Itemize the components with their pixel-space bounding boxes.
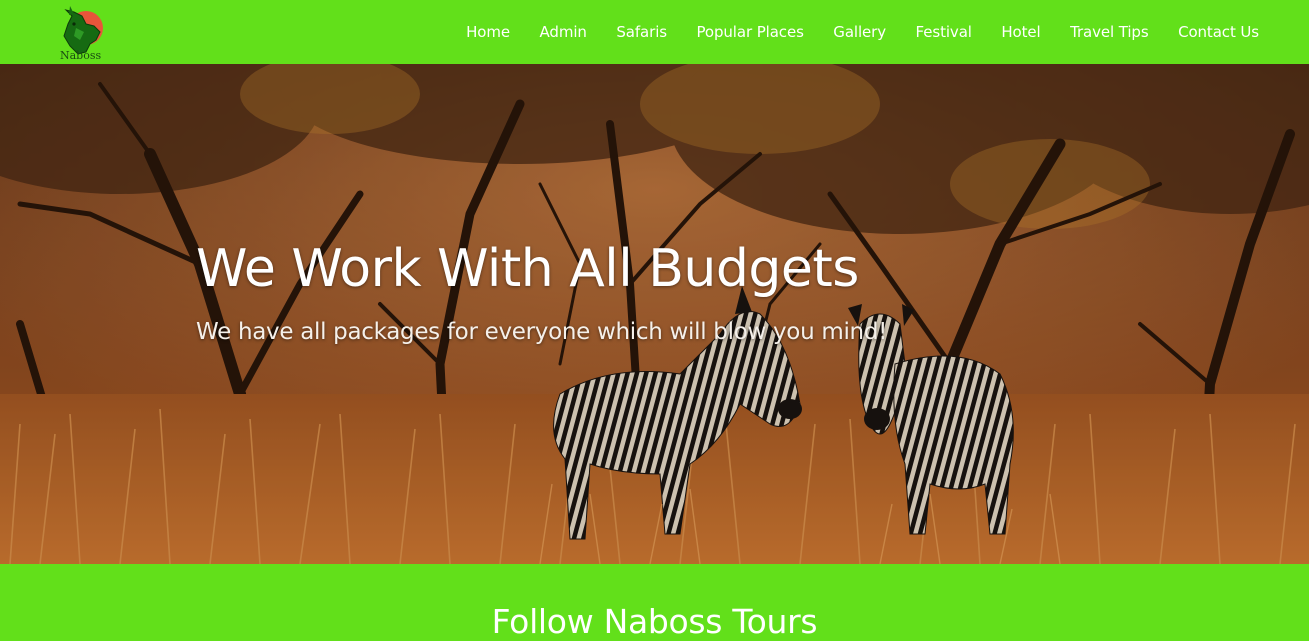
- hero-section: We Work With All Budgets We have all pac…: [0, 64, 1309, 564]
- nav-link-home[interactable]: Home: [466, 23, 510, 41]
- brand-logo[interactable]: Naboss: [56, 2, 108, 62]
- nav-link-travel-tips[interactable]: Travel Tips: [1070, 23, 1149, 41]
- hero-subtitle: We have all packages for everyone which …: [196, 319, 888, 345]
- nav-item-home: Home: [466, 23, 510, 42]
- nav-link-festival[interactable]: Festival: [916, 23, 972, 41]
- nav-link-contact-us[interactable]: Contact Us: [1178, 23, 1259, 41]
- nav-link-admin[interactable]: Admin: [540, 23, 587, 41]
- hero-title: We Work With All Budgets: [196, 239, 859, 299]
- brand-name: Naboss: [60, 49, 102, 62]
- nav-item-admin: Admin: [540, 23, 587, 42]
- nav-item-safaris: Safaris: [616, 23, 667, 42]
- nav-link-gallery[interactable]: Gallery: [833, 23, 886, 41]
- nav-link-safaris[interactable]: Safaris: [616, 23, 667, 41]
- nav-item-travel-tips: Travel Tips: [1070, 23, 1149, 42]
- hero-background-image: [0, 64, 1309, 564]
- nav-item-popular-places: Popular Places: [696, 23, 803, 42]
- nav-item-festival: Festival: [916, 23, 972, 42]
- navbar: Naboss Home Admin Safaris Popular Places…: [0, 0, 1309, 64]
- nav-item-gallery: Gallery: [833, 23, 886, 42]
- follow-section: Follow Naboss Tours: [0, 564, 1309, 641]
- nav-link-popular-places[interactable]: Popular Places: [696, 23, 803, 41]
- nav-item-hotel: Hotel: [1001, 23, 1040, 42]
- main-nav: Home Admin Safaris Popular Places Galler…: [437, 0, 1259, 64]
- nav-item-contact-us: Contact Us: [1178, 23, 1259, 42]
- follow-title: Follow Naboss Tours: [491, 602, 818, 641]
- nav-link-hotel[interactable]: Hotel: [1001, 23, 1040, 41]
